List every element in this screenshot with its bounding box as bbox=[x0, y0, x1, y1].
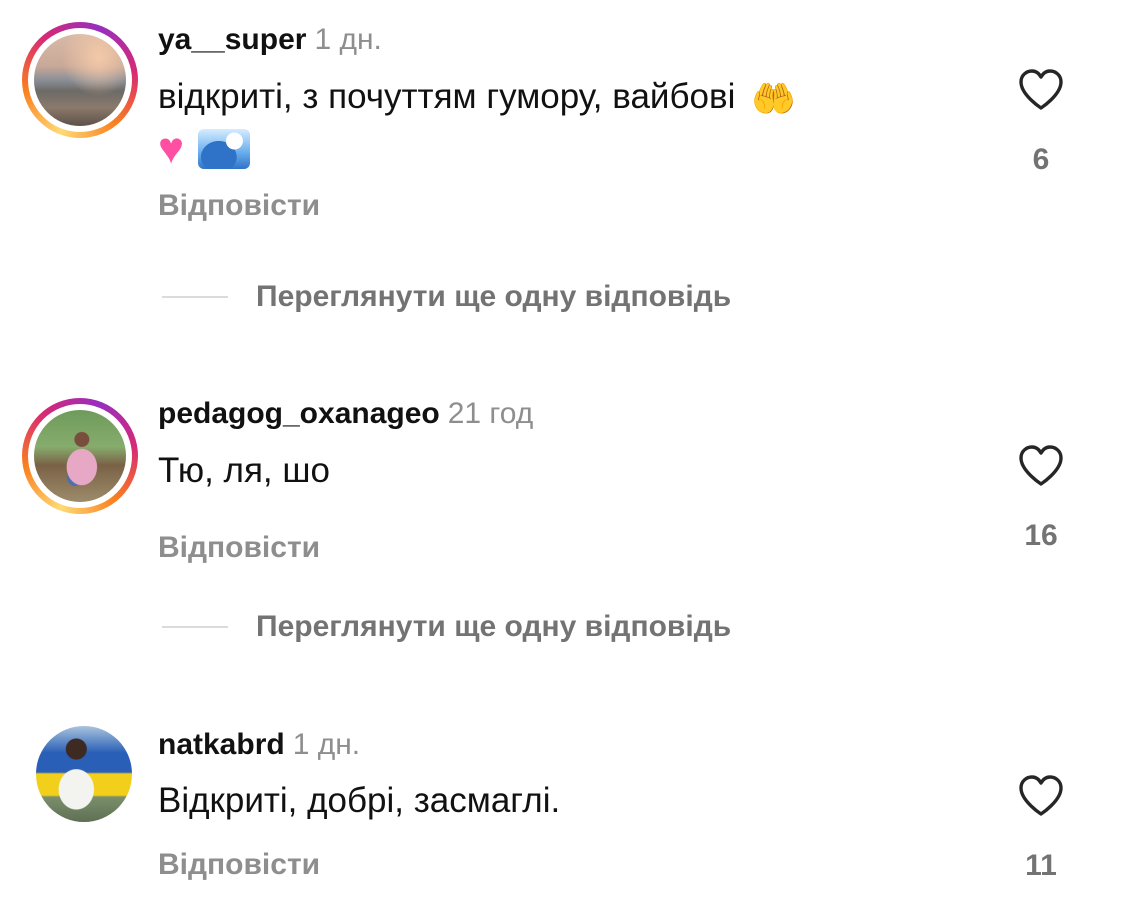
username[interactable]: pedagog_oxanageo bbox=[158, 397, 440, 430]
replies-divider bbox=[162, 626, 228, 628]
reply-button[interactable]: Відповісти bbox=[158, 530, 320, 566]
raising-hands-emoji: 🤲 bbox=[751, 77, 796, 119]
timestamp: 1 дн. bbox=[314, 23, 382, 56]
avatar bbox=[34, 34, 126, 126]
comment-text: відкриті, з почуттям гумору, вайбові 🤲 ♥ bbox=[158, 72, 958, 172]
pink-heart-emoji: ♥ bbox=[158, 123, 185, 173]
reply-button[interactable]: Відповісти bbox=[158, 847, 320, 883]
like-control: 6 bbox=[1000, 68, 1082, 178]
comment-text: Відкриті, добрі, засмаглі. bbox=[158, 776, 958, 826]
like-count: 6 bbox=[1032, 143, 1050, 176]
view-replies-label: Переглянути ще одну відповідь bbox=[256, 280, 732, 313]
comment-text: Тю, ля, шо bbox=[158, 446, 958, 496]
heart-outline-icon[interactable] bbox=[1017, 68, 1065, 112]
heart-outline-icon[interactable] bbox=[1017, 444, 1065, 488]
water-wave-emoji bbox=[198, 128, 251, 169]
comment-text-content: Відкриті, добрі, засмаглі. bbox=[158, 781, 561, 820]
like-count: 11 bbox=[1025, 849, 1057, 882]
comment-header: pedagog_oxanageo 21 год bbox=[158, 396, 533, 432]
heart-outline-icon[interactable] bbox=[1017, 774, 1065, 818]
comment-header: ya__super 1 дн. bbox=[158, 22, 382, 58]
avatar bbox=[34, 410, 126, 502]
like-control: 16 bbox=[1000, 444, 1082, 554]
username[interactable]: natkabrd bbox=[158, 728, 285, 761]
like-count: 16 bbox=[1024, 519, 1058, 552]
username[interactable]: ya__super bbox=[158, 23, 306, 56]
reply-button[interactable]: Відповісти bbox=[158, 188, 320, 224]
timestamp: 1 дн. bbox=[292, 728, 361, 761]
view-replies-button[interactable]: Переглянути ще одну відповідь bbox=[162, 609, 731, 645]
replies-divider bbox=[162, 296, 228, 298]
comment-text-content: відкриті, з почуттям гумору, вайбові bbox=[158, 77, 736, 116]
view-replies-button[interactable]: Переглянути ще одну відповідь bbox=[162, 279, 731, 315]
timestamp: 21 год bbox=[447, 397, 534, 430]
comment-text-content: Тю, ля, шо bbox=[158, 451, 330, 490]
avatar-story-ring[interactable] bbox=[22, 398, 138, 514]
comment-header: natkabrd 1 дн. bbox=[158, 727, 360, 763]
view-replies-label: Переглянути ще одну відповідь bbox=[256, 610, 732, 643]
like-control: 11 bbox=[1000, 774, 1082, 884]
avatar-story-ring[interactable] bbox=[22, 22, 138, 138]
avatar[interactable] bbox=[36, 726, 132, 822]
